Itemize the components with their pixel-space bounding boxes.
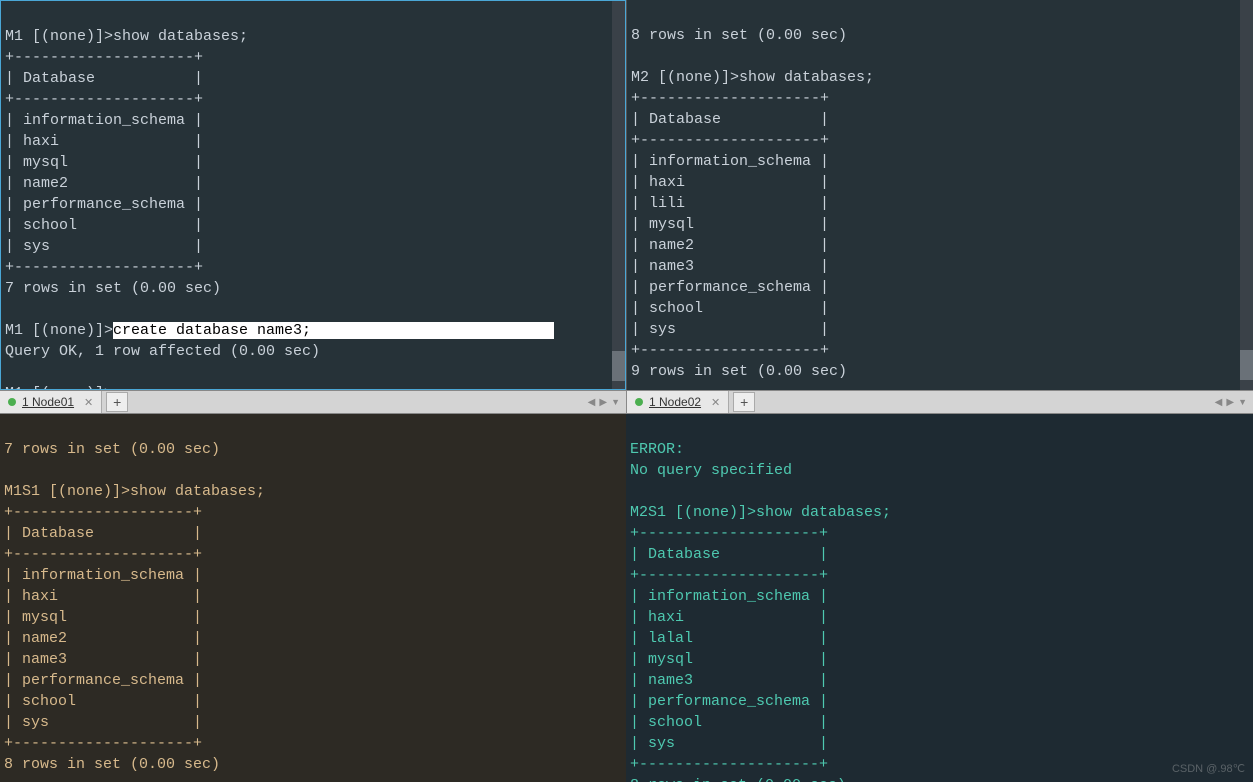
terminal-pane-m2[interactable]: 8 rows in set (0.00 sec) M2 [(none)]>sho… bbox=[626, 0, 1253, 390]
table-row: | information_schema | bbox=[4, 567, 202, 584]
sql-command: show databases; bbox=[739, 69, 874, 86]
table-header: | Database | bbox=[631, 111, 829, 128]
tab-dropdown-icon[interactable]: ▼ bbox=[1238, 397, 1247, 407]
table-border: +--------------------+ bbox=[630, 756, 828, 773]
table-row: | haxi | bbox=[5, 133, 203, 150]
prompt: M2 [(none)]> bbox=[631, 69, 739, 86]
query-ok: Query OK, 1 row affected (0.00 sec) bbox=[5, 343, 320, 360]
terminal-pane-m2s1[interactable]: ERROR: No query specified M2S1 [(none)]>… bbox=[626, 414, 1253, 782]
table-row: | school | bbox=[5, 217, 203, 234]
terminal-pane-m1s1[interactable]: 7 rows in set (0.00 sec) M1S1 [(none)]>s… bbox=[0, 414, 626, 782]
close-icon[interactable]: ✕ bbox=[84, 396, 93, 409]
sql-command: show databases; bbox=[756, 504, 891, 521]
terminal-pane-m1[interactable]: M1 [(none)]>show databases; +-----------… bbox=[0, 0, 626, 390]
table-row: | haxi | bbox=[4, 588, 202, 605]
tab-bar-left: 1 Node01 ✕ + ◀ ▶ ▼ bbox=[0, 390, 626, 414]
hl-pad bbox=[311, 322, 554, 339]
table-row: | name2 | bbox=[631, 237, 829, 254]
prompt: M1 [(none)]> bbox=[5, 322, 113, 339]
table-row: | school | bbox=[631, 300, 829, 317]
close-icon[interactable]: ✕ bbox=[711, 396, 720, 409]
status-dot-icon bbox=[635, 398, 643, 406]
table-border: +--------------------+ bbox=[4, 504, 202, 521]
tab-nav: ◀ ▶ ▼ bbox=[1215, 397, 1253, 408]
result-info: 7 rows in set (0.00 sec) bbox=[5, 280, 221, 297]
table-row: | name3 | bbox=[630, 672, 828, 689]
error-line: No query specified bbox=[630, 462, 792, 479]
status-dot-icon bbox=[8, 398, 16, 406]
table-row: | mysql | bbox=[631, 216, 829, 233]
table-row: | name2 | bbox=[5, 175, 203, 192]
scrollbar-thumb[interactable] bbox=[612, 351, 625, 381]
table-row: | information_schema | bbox=[5, 112, 203, 129]
table-row: | lili | bbox=[631, 195, 829, 212]
table-row: | sys | bbox=[4, 714, 202, 731]
table-border: +--------------------+ bbox=[630, 567, 828, 584]
prompt: M2S1 [(none)]> bbox=[630, 504, 756, 521]
result-info: 8 rows in set (0.00 sec) bbox=[630, 777, 846, 782]
table-row: | sys | bbox=[630, 735, 828, 752]
table-row: | name3 | bbox=[4, 651, 202, 668]
table-row: | performance_schema | bbox=[5, 196, 203, 213]
table-row: | sys | bbox=[631, 321, 829, 338]
table-row: | haxi | bbox=[630, 609, 828, 626]
tab-label: 1 Node01 bbox=[22, 395, 74, 409]
tab-next-icon[interactable]: ▶ bbox=[599, 397, 607, 408]
table-row: | school | bbox=[4, 693, 202, 710]
tab-prev-icon[interactable]: ◀ bbox=[1215, 397, 1223, 408]
result-info: 8 rows in set (0.00 sec) bbox=[4, 756, 220, 773]
table-row: | information_schema | bbox=[630, 588, 828, 605]
tab-nav: ◀ ▶ ▼ bbox=[588, 397, 626, 408]
sql-command: show databases; bbox=[130, 483, 265, 500]
tab-label: 1 Node02 bbox=[649, 395, 701, 409]
table-border: +--------------------+ bbox=[5, 49, 203, 66]
table-row: | school | bbox=[630, 714, 828, 731]
tab-next-icon[interactable]: ▶ bbox=[1226, 397, 1234, 408]
prompt: M1 [(none)]> bbox=[5, 385, 113, 390]
table-border: +--------------------+ bbox=[5, 91, 203, 108]
error-line: ERROR: bbox=[630, 441, 684, 458]
table-header: | Database | bbox=[5, 70, 203, 87]
table-row: | mysql | bbox=[630, 651, 828, 668]
table-header: | Database | bbox=[4, 525, 202, 542]
table-header: | Database | bbox=[630, 546, 828, 563]
tab-node01[interactable]: 1 Node01 ✕ bbox=[0, 391, 102, 413]
table-border: +--------------------+ bbox=[4, 735, 202, 752]
tab-prev-icon[interactable]: ◀ bbox=[588, 397, 596, 408]
tab-bar-right: 1 Node02 ✕ + ◀ ▶ ▼ bbox=[626, 390, 1253, 414]
add-tab-button[interactable]: + bbox=[733, 392, 755, 412]
result-info: 9 rows in set (0.00 sec) bbox=[631, 363, 847, 380]
table-row: | performance_schema | bbox=[4, 672, 202, 689]
table-row: | haxi | bbox=[631, 174, 829, 191]
table-border: +--------------------+ bbox=[630, 525, 828, 542]
table-row: | information_schema | bbox=[631, 153, 829, 170]
sql-command: show databases; bbox=[113, 28, 248, 45]
tab-dropdown-icon[interactable]: ▼ bbox=[611, 397, 620, 407]
table-border: +--------------------+ bbox=[5, 259, 203, 276]
table-row: | sys | bbox=[5, 238, 203, 255]
table-row: | mysql | bbox=[5, 154, 203, 171]
watermark: CSDN @.98℃ bbox=[1172, 759, 1245, 780]
result-info: 8 rows in set (0.00 sec) bbox=[631, 27, 847, 44]
table-row: | name3 | bbox=[631, 258, 829, 275]
table-border: +--------------------+ bbox=[631, 342, 829, 359]
result-info: 7 rows in set (0.00 sec) bbox=[4, 441, 220, 458]
prompt: M1 [(none)]> bbox=[5, 28, 113, 45]
table-row: | performance_schema | bbox=[631, 279, 829, 296]
table-row: | lalal | bbox=[630, 630, 828, 647]
table-border: +--------------------+ bbox=[4, 546, 202, 563]
table-row: | name2 | bbox=[4, 630, 202, 647]
scrollbar-vertical[interactable] bbox=[612, 1, 625, 389]
table-row: | performance_schema | bbox=[630, 693, 828, 710]
sql-command-highlighted: create database name3; bbox=[113, 322, 311, 339]
add-tab-button[interactable]: + bbox=[106, 392, 128, 412]
table-row: | mysql | bbox=[4, 609, 202, 626]
tab-node02[interactable]: 1 Node02 ✕ bbox=[627, 391, 729, 413]
scrollbar-vertical[interactable] bbox=[1240, 0, 1253, 390]
table-border: +--------------------+ bbox=[631, 132, 829, 149]
table-border: +--------------------+ bbox=[631, 90, 829, 107]
scrollbar-thumb[interactable] bbox=[1240, 350, 1253, 380]
prompt: M1S1 [(none)]> bbox=[4, 483, 130, 500]
